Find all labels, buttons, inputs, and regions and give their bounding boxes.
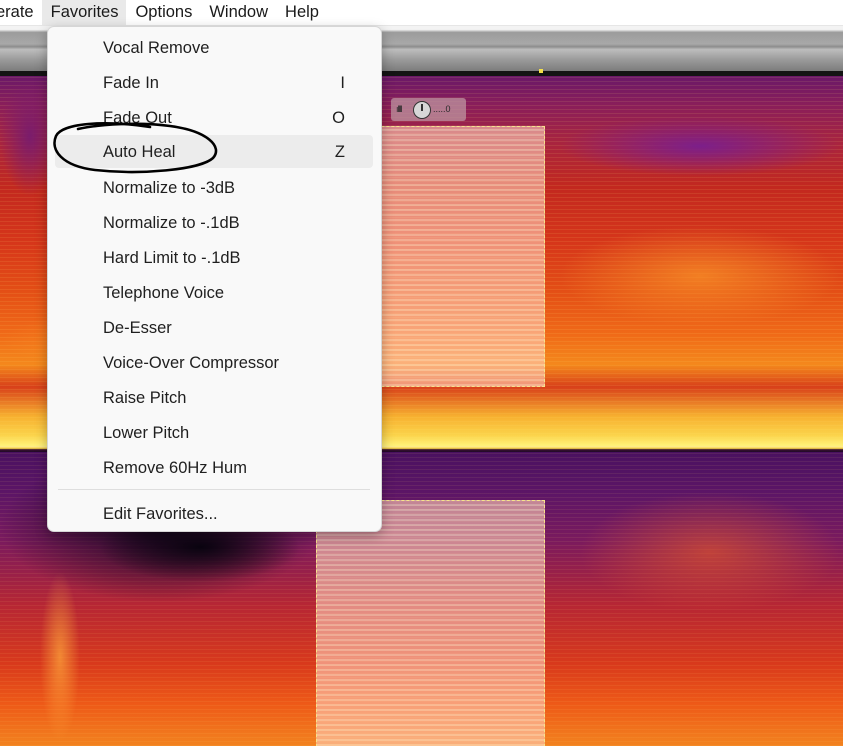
annotation-circle [53,122,218,174]
